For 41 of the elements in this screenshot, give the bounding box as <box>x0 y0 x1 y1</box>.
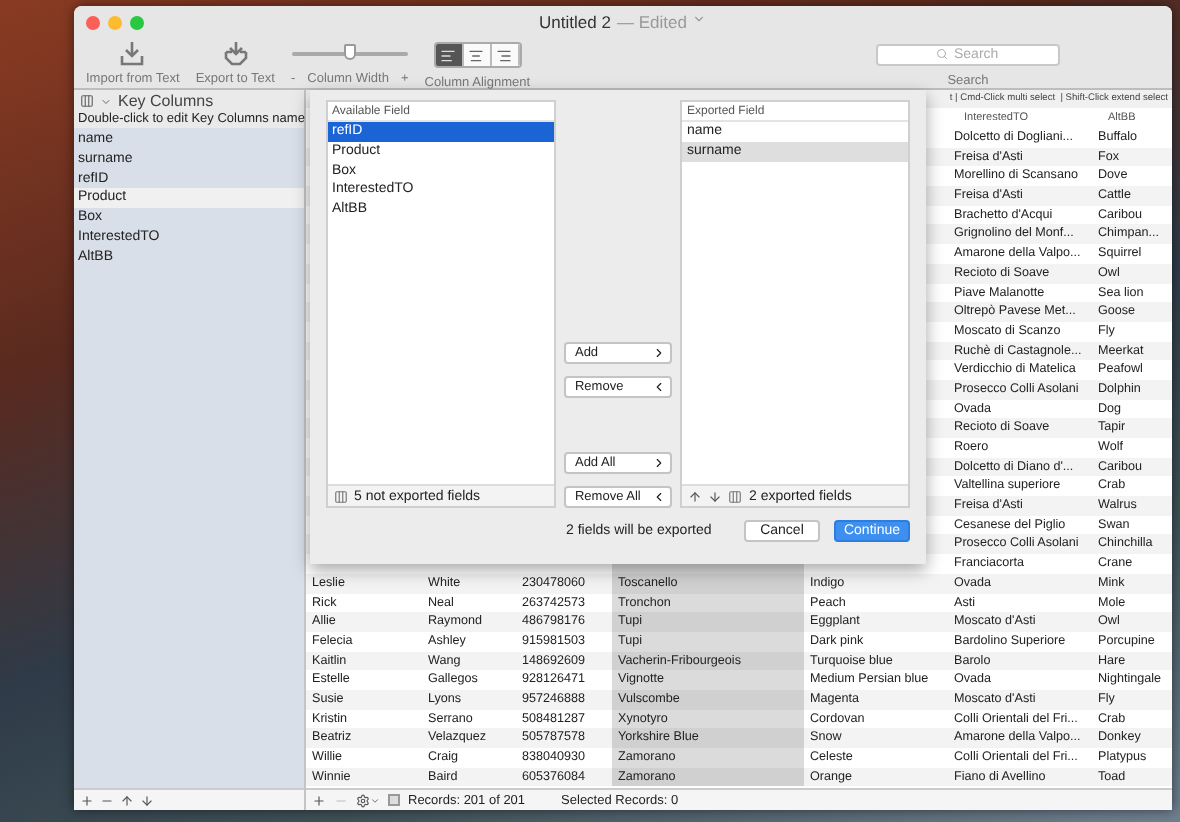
import-button[interactable] <box>118 38 147 70</box>
arrow-down-icon <box>708 489 723 503</box>
arrow-up-icon <box>688 489 703 503</box>
tray-arrow-icon <box>221 40 250 68</box>
move-down-button[interactable] <box>708 489 723 503</box>
close-button[interactable] <box>86 15 100 29</box>
tray-download-icon <box>118 40 147 68</box>
move-up-button[interactable] <box>120 793 134 807</box>
plus-icon <box>80 793 94 807</box>
sidebar-title: Key Columns <box>118 92 214 110</box>
columns-icon <box>80 94 94 108</box>
move-up-button[interactable] <box>688 489 703 503</box>
arrow-up-icon <box>120 793 134 807</box>
align-lines-icon <box>468 47 485 63</box>
align-lines-icon <box>440 47 457 63</box>
disclosure-icon[interactable] <box>100 95 112 107</box>
chevron-right-icon <box>652 456 667 470</box>
export-button[interactable] <box>221 38 250 70</box>
align-lines-icon <box>496 47 513 63</box>
alignment-segment[interactable] <box>463 44 492 66</box>
add-button[interactable] <box>80 793 94 807</box>
window-title: Untitled 2 <box>539 12 611 32</box>
add-record-button[interactable] <box>312 793 326 807</box>
search-icon <box>936 48 948 60</box>
alignment-segment[interactable] <box>435 44 464 66</box>
move-down-button[interactable] <box>140 793 154 807</box>
chevron-down-icon <box>370 795 380 805</box>
columns-icon <box>728 489 743 503</box>
alignment-segment[interactable] <box>491 44 520 66</box>
columns-icon <box>334 489 348 503</box>
zoom-button[interactable] <box>130 15 144 29</box>
chevron-right-icon <box>652 346 667 360</box>
arrow-down-icon <box>140 793 154 807</box>
filter-checkbox[interactable] <box>388 794 400 806</box>
chevron-left-icon <box>652 380 667 394</box>
gear-icon <box>356 793 370 807</box>
chevron-left-icon <box>652 490 667 504</box>
chevron-down-icon <box>692 12 707 26</box>
slider-thumb[interactable] <box>343 44 356 60</box>
plus-icon <box>312 793 326 807</box>
settings-button[interactable] <box>356 793 380 807</box>
